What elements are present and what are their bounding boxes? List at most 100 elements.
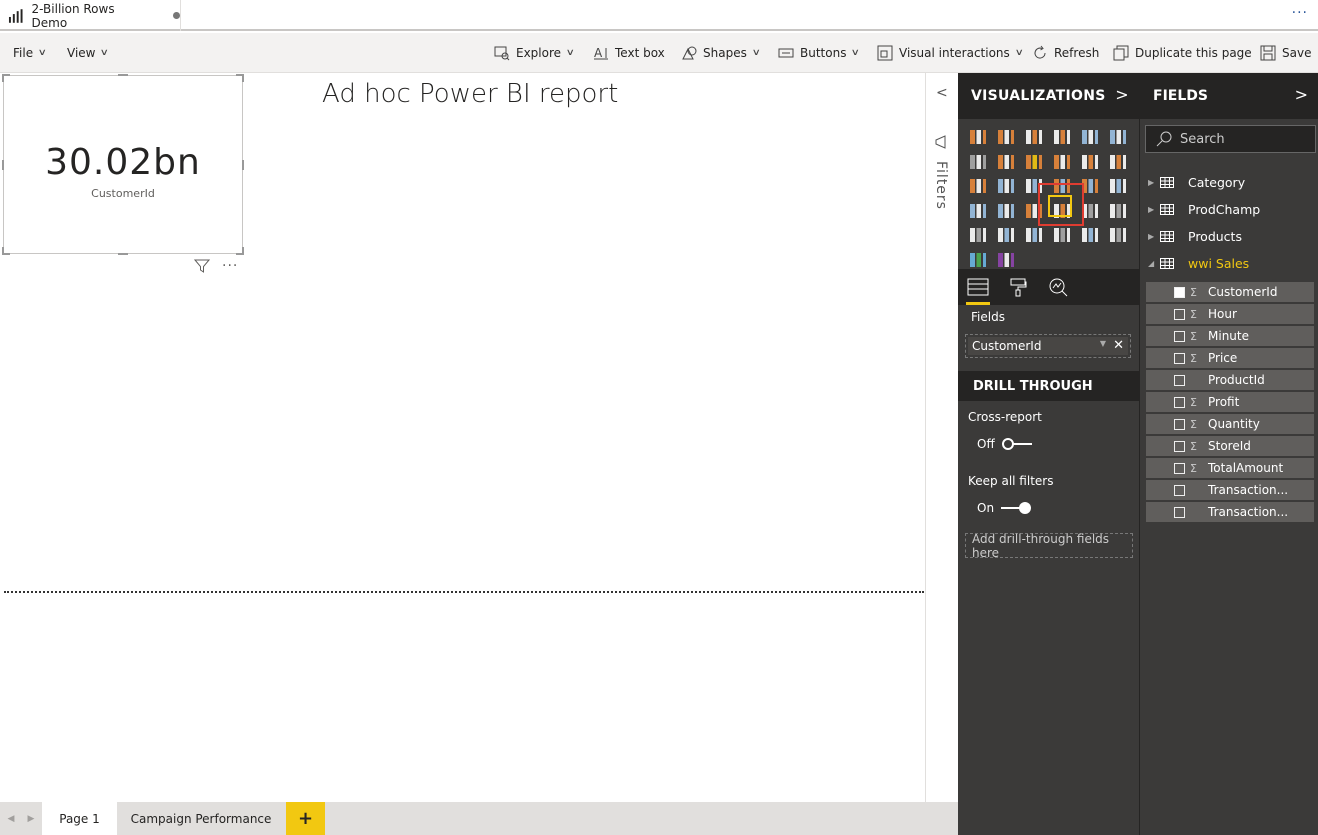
filled-map-icon[interactable]	[992, 199, 1020, 224]
clustered-column-icon[interactable]	[1048, 125, 1076, 150]
resize-handle[interactable]	[242, 74, 244, 82]
duplicate-page-button[interactable]: Duplicate this page	[1113, 33, 1252, 73]
field-checkbox[interactable]	[1174, 396, 1185, 408]
field-item[interactable]: Transaction...	[1146, 480, 1314, 500]
file-menu[interactable]: File ∨	[13, 33, 47, 73]
resize-handle[interactable]	[242, 247, 244, 255]
view-menu[interactable]: View ∨	[67, 33, 109, 73]
buttons-icon	[778, 48, 794, 58]
field-checkbox[interactable]	[1174, 286, 1185, 298]
table-item[interactable]: ▶ Category	[1148, 172, 1245, 192]
field-item[interactable]: Σ Minute	[1146, 326, 1314, 346]
field-item[interactable]: Transaction...	[1146, 502, 1314, 522]
field-item[interactable]: Σ TotalAmount	[1146, 458, 1314, 478]
ribbon-icon[interactable]	[1104, 150, 1132, 175]
field-checkbox[interactable]	[1174, 440, 1185, 452]
kpi-icon[interactable]	[1104, 199, 1132, 224]
visual-interactions-button[interactable]: Visual interactions ∨	[877, 33, 1024, 73]
field-item[interactable]: Σ CustomerId	[1146, 282, 1314, 302]
chevron-right-icon[interactable]: >	[1115, 85, 1129, 104]
qa-icon[interactable]	[1104, 223, 1132, 248]
collapse-icon[interactable]: ◢	[1148, 259, 1160, 268]
expand-icon[interactable]: ▶	[1148, 178, 1160, 187]
100-column-icon[interactable]	[1104, 125, 1132, 150]
next-page-icon[interactable]: ▶	[20, 802, 42, 835]
shapes-button[interactable]: Shapes ∨	[681, 33, 761, 73]
field-checkbox[interactable]	[1174, 374, 1185, 386]
close-icon[interactable]: ✕	[1113, 338, 1124, 353]
filters-pane[interactable]: < Filters	[927, 73, 958, 835]
analytics-tab[interactable]	[1038, 269, 1078, 305]
resize-handle[interactable]	[118, 253, 128, 255]
refresh-button[interactable]: Refresh	[1032, 33, 1099, 73]
field-item[interactable]: Σ Price	[1146, 348, 1314, 368]
filter-icon[interactable]	[194, 258, 210, 274]
100-bar-icon[interactable]	[1076, 125, 1104, 150]
map-icon[interactable]	[964, 199, 992, 224]
field-checkbox[interactable]	[1174, 352, 1185, 364]
clustered-bar-icon[interactable]	[1020, 125, 1048, 150]
key-influencers-icon[interactable]	[1076, 223, 1104, 248]
chevron-left-icon[interactable]: <	[936, 85, 948, 101]
document-tab[interactable]: 2-Billion Rows Demo	[0, 0, 181, 31]
table-item[interactable]: ◢ wwi Sales	[1148, 253, 1249, 273]
stacked-bar-icon[interactable]	[964, 125, 992, 150]
resize-handle[interactable]	[2, 160, 4, 170]
buttons-button[interactable]: Buttons ∨	[778, 33, 860, 73]
stacked-area-icon[interactable]	[1020, 150, 1048, 175]
fields-tab[interactable]	[958, 269, 998, 305]
line-chart-icon[interactable]	[964, 150, 992, 175]
more-options-icon[interactable]: ···	[222, 258, 238, 274]
report-canvas[interactable]: 30.02bn CustomerId ··· Ad hoc Power BI r…	[0, 73, 926, 802]
slicer-icon[interactable]	[964, 223, 992, 248]
resize-handle[interactable]	[2, 247, 4, 255]
search-input[interactable]: Search	[1145, 125, 1316, 153]
field-checkbox[interactable]	[1174, 506, 1185, 518]
add-page-button[interactable]: +	[286, 802, 325, 835]
field-item[interactable]: ProductId	[1146, 370, 1314, 390]
keep-filters-toggle[interactable]: On	[977, 501, 1032, 515]
resize-handle[interactable]	[118, 74, 128, 76]
waterfall-icon[interactable]	[964, 174, 992, 199]
line-clustered-icon[interactable]	[1076, 150, 1104, 175]
page-tab[interactable]: Page 1	[42, 802, 117, 835]
table-item[interactable]: ▶ Products	[1148, 226, 1242, 246]
field-item[interactable]: Σ Profit	[1146, 392, 1314, 412]
table-item[interactable]: ▶ ProdChamp	[1148, 199, 1260, 219]
chevron-right-icon[interactable]: >	[1295, 85, 1308, 104]
page-tab[interactable]: Campaign Performance	[118, 802, 284, 835]
resize-handle[interactable]	[242, 160, 244, 170]
expand-icon[interactable]: ▶	[1148, 232, 1160, 241]
drill-through-well[interactable]: Add drill-through fields here	[965, 532, 1133, 560]
report-title[interactable]: Ad hoc Power BI report	[322, 79, 618, 109]
treemap-icon[interactable]	[1104, 174, 1132, 199]
chevron-down-icon[interactable]: ▼	[1100, 339, 1106, 348]
card-visual[interactable]: 30.02bn CustomerId	[2, 74, 244, 255]
field-checkbox[interactable]	[1174, 308, 1185, 320]
explore-button[interactable]: Explore ∨	[494, 33, 575, 73]
area-chart-icon[interactable]	[992, 150, 1020, 175]
resize-handle[interactable]	[2, 74, 4, 82]
field-item[interactable]: Σ Hour	[1146, 304, 1314, 324]
field-checkbox[interactable]	[1174, 484, 1185, 496]
funnel-icon[interactable]	[992, 174, 1020, 199]
field-checkbox[interactable]	[1174, 462, 1185, 474]
format-tab[interactable]	[998, 269, 1038, 305]
field-well-item[interactable]: CustomerId ▼ ✕	[968, 337, 1128, 355]
table-icon[interactable]	[992, 223, 1020, 248]
fields-well[interactable]: CustomerId ▼ ✕	[965, 334, 1131, 358]
field-item[interactable]: Σ StoreId	[1146, 436, 1314, 456]
more-options-icon[interactable]: ···	[1292, 5, 1308, 21]
r-visual-icon[interactable]	[1048, 223, 1076, 248]
save-button[interactable]: Save	[1260, 33, 1311, 73]
field-checkbox[interactable]	[1174, 418, 1185, 430]
line-column-icon[interactable]	[1048, 150, 1076, 175]
prev-page-icon[interactable]: ◀	[0, 802, 22, 835]
stacked-column-icon[interactable]	[992, 125, 1020, 150]
text-box-button[interactable]: A Text box	[593, 33, 665, 73]
expand-icon[interactable]: ▶	[1148, 205, 1160, 214]
matrix-icon[interactable]	[1020, 223, 1048, 248]
cross-report-toggle[interactable]: Off	[977, 437, 1033, 451]
field-item[interactable]: Σ Quantity	[1146, 414, 1314, 434]
field-checkbox[interactable]	[1174, 330, 1185, 342]
